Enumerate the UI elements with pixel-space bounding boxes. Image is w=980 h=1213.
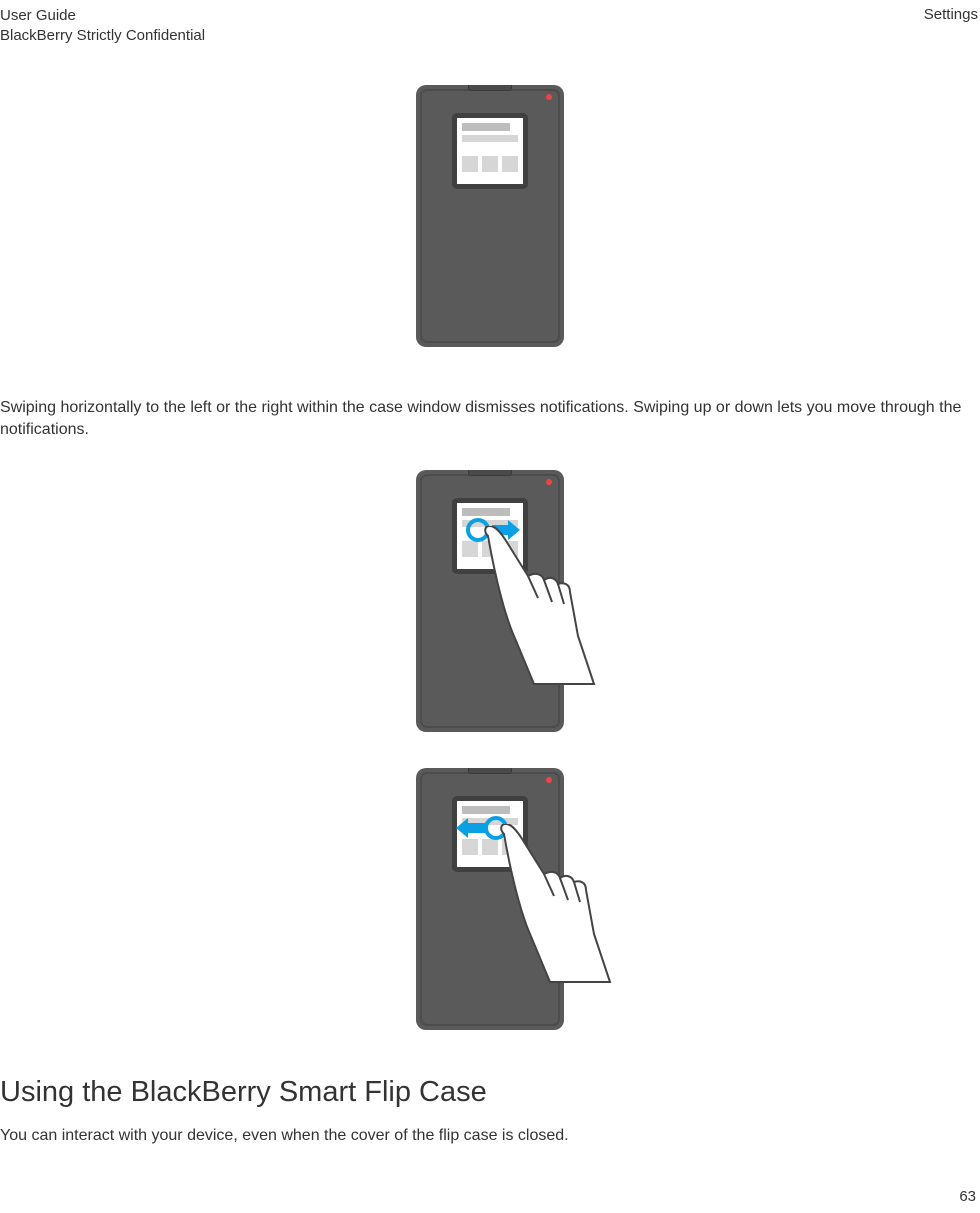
hand-pointer-icon [478, 526, 598, 686]
section-body: You can interact with your device, even … [0, 1125, 980, 1147]
speaker-icon [468, 85, 512, 91]
phone-illustration [416, 85, 564, 347]
content: Swiping horizontally to the left or the … [0, 85, 980, 1147]
arrow-left-icon [456, 818, 468, 838]
phone-illustration [416, 768, 564, 1030]
section-name: Settings [924, 6, 978, 23]
doc-subtitle: BlackBerry Strictly Confidential [0, 26, 205, 46]
speaker-icon [468, 470, 512, 476]
phone-illustration [416, 470, 564, 732]
diagram-swipe-left [0, 768, 980, 1030]
speaker-icon [468, 768, 512, 774]
header-right: Settings [924, 6, 978, 45]
header-left: User Guide BlackBerry Strictly Confident… [0, 6, 205, 45]
swipe-description: Swiping horizontally to the left or the … [0, 397, 980, 440]
diagram-swipe-right [0, 470, 980, 732]
notification-card-icon [457, 118, 523, 184]
diagram-notification-window [0, 85, 980, 347]
section-heading: Using the BlackBerry Smart Flip Case [0, 1076, 980, 1109]
flip-case-window [452, 113, 528, 189]
hand-pointer-icon [494, 824, 614, 984]
notification-led-icon [546, 94, 552, 100]
page-header: User Guide BlackBerry Strictly Confident… [0, 0, 980, 45]
doc-title: User Guide [0, 6, 205, 26]
page-number: 63 [959, 1188, 976, 1205]
